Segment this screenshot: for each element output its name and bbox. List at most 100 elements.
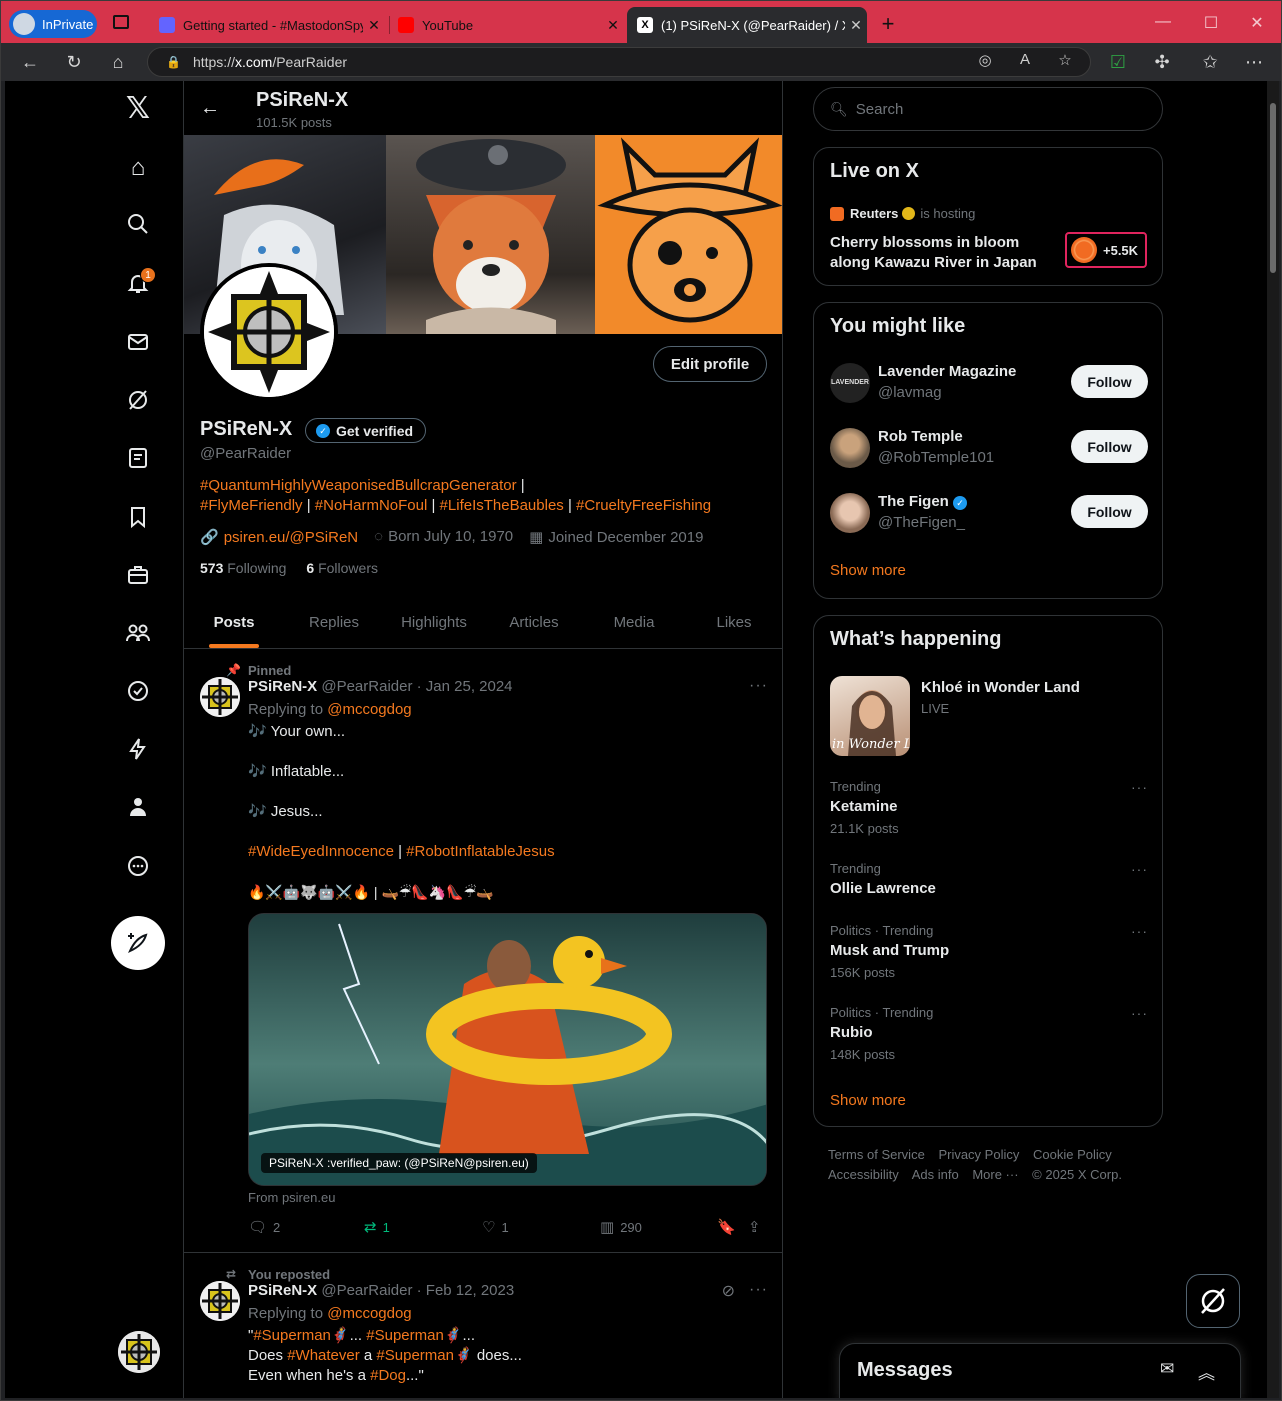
jobs-briefcase-icon[interactable] <box>124 563 152 591</box>
post-avatar[interactable] <box>200 1281 240 1321</box>
close-window-button[interactable]: ✕ <box>1247 13 1267 33</box>
maximize-button[interactable]: ☐ <box>1201 13 1221 33</box>
tab-articles[interactable]: Articles <box>484 599 584 648</box>
compose-post-button[interactable] <box>111 916 165 970</box>
happening-show-more-link[interactable]: Show more <box>830 1092 906 1109</box>
footer-terms-link[interactable]: Terms of Service <box>828 1147 925 1162</box>
post-hashtag[interactable]: #Superman <box>253 1327 331 1344</box>
close-icon[interactable]: ✕ <box>363 17 385 34</box>
communities-icon[interactable] <box>124 621 152 649</box>
post-reposted[interactable]: ⇄ You reposted PSiReN-X @PearRaider · Feb… <box>184 1253 782 1398</box>
profile-avatar[interactable] <box>200 263 338 401</box>
verified-orgs-lightning-icon[interactable] <box>124 737 152 765</box>
follow-button[interactable]: Follow <box>1071 495 1148 528</box>
wtf-user-row[interactable]: Rob Temple @RobTemple101 Follow <box>830 426 1148 470</box>
following-link[interactable]: 573 Following <box>200 560 286 576</box>
post-hashtag[interactable]: #Dog <box>370 1367 406 1384</box>
live-listeners-badge[interactable]: +5.5K <box>1065 232 1147 268</box>
trend-item[interactable]: Politics · Trending Rubio 148K posts ··· <box>830 1005 1148 1062</box>
x-logo-icon[interactable]: 𝕏 <box>124 94 152 124</box>
tab-posts[interactable]: Posts <box>184 599 284 648</box>
footer-cookie-link[interactable]: Cookie Policy <box>1033 1147 1112 1162</box>
tracking-prevention-icon[interactable]: ◎ <box>975 51 995 69</box>
new-tab-button[interactable]: + <box>877 11 899 37</box>
post-more-icon[interactable]: ··· <box>749 1281 768 1299</box>
post-author-name[interactable]: PSiReN-X <box>248 1282 317 1299</box>
trend-item[interactable]: Trending Ollie Lawrence ··· <box>830 861 1148 897</box>
repost-button[interactable]: ⇄ 1 <box>364 1218 390 1236</box>
post-hashtag[interactable]: #WideEyedInnocence <box>248 843 394 860</box>
more-circle-icon[interactable] <box>124 854 152 882</box>
tab-x-profile[interactable]: X (1) PSiReN-X (@PearRaider) / X ✕ <box>627 7 867 43</box>
follow-button[interactable]: Follow <box>1071 430 1148 463</box>
page-scrollbar[interactable] <box>1267 81 1279 1398</box>
footer-accessibility-link[interactable]: Accessibility <box>828 1167 899 1182</box>
get-verified-button[interactable]: ✓ Get verified <box>305 418 427 443</box>
post-avatar[interactable] <box>200 677 240 717</box>
trend-item[interactable]: Trending Ketamine 21.1K posts ··· <box>830 779 1148 836</box>
bio-hashtag[interactable]: #QuantumHighlyWeaponisedBullcrapGenerato… <box>200 477 517 494</box>
lists-icon[interactable] <box>124 446 152 474</box>
post-media-image[interactable]: PSiReN-X :verified_paw: (@PSiReN@psiren.… <box>248 913 767 1186</box>
home-icon[interactable]: ⌂ <box>107 51 129 73</box>
premium-verified-icon[interactable] <box>124 679 152 707</box>
messages-mail-icon[interactable] <box>124 330 152 358</box>
tab-youtube[interactable]: YouTube ✕ <box>388 9 624 41</box>
extensions-puzzle-icon[interactable]: ✣ <box>1151 51 1173 73</box>
views-button[interactable]: ▥ 290 <box>600 1218 642 1236</box>
tab-media[interactable]: Media <box>584 599 684 648</box>
grok-explain-icon[interactable]: ⊘ <box>722 1281 736 1301</box>
wtf-user-row[interactable]: The Figen ✓ @TheFigen_ Follow <box>830 491 1148 535</box>
close-icon[interactable]: ✕ <box>845 17 867 34</box>
read-aloud-icon[interactable]: A <box>1015 51 1035 68</box>
profile-person-icon[interactable] <box>124 795 152 823</box>
tab-replies[interactable]: Replies <box>284 599 384 648</box>
like-button[interactable]: ♡ 1 <box>482 1218 509 1236</box>
address-bar[interactable]: 🔒 https://x.com/PearRaider <box>147 47 1091 77</box>
replying-mention-link[interactable]: @mccogdog <box>327 701 411 718</box>
bio-hashtag[interactable]: #FlyMeFriendly <box>200 497 303 514</box>
live-host[interactable]: Reuters is hosting <box>830 206 975 221</box>
feature-thumbnail[interactable]: in Wonder L <box>830 676 910 756</box>
trend-more-icon[interactable]: ··· <box>1131 923 1148 939</box>
replying-mention-link[interactable]: @mccogdog <box>327 1305 411 1322</box>
post-pinned[interactable]: 📌 Pinned PSiReN-X @PearRaider · Jan 25, 2… <box>184 649 782 1253</box>
edit-profile-button[interactable]: Edit profile <box>653 346 767 382</box>
post-hashtag[interactable]: #Whatever <box>287 1347 360 1364</box>
post-author-name[interactable]: PSiReN-X <box>248 678 317 695</box>
bookmark-button[interactable]: 🔖 <box>717 1218 736 1236</box>
bio-hashtag[interactable]: #LifeIsTheBaubles <box>440 497 564 514</box>
post-hashtag[interactable]: #Superman <box>376 1347 454 1364</box>
feature-name[interactable]: Khloé in Wonder Land <box>921 679 1080 696</box>
followers-link[interactable]: 6 Followers <box>306 560 378 576</box>
bookmarks-icon[interactable] <box>124 505 152 533</box>
trend-more-icon[interactable]: ··· <box>1131 779 1148 795</box>
refresh-icon[interactable]: ↻ <box>63 51 85 73</box>
trend-item[interactable]: Politics · Trending Musk and Trump 156K … <box>830 923 1148 980</box>
minimize-button[interactable]: — <box>1153 13 1173 31</box>
extension-check-icon[interactable]: ☑ <box>1107 51 1129 73</box>
footer-privacy-link[interactable]: Privacy Policy <box>938 1147 1019 1162</box>
wtf-user-row[interactable]: LAVENDER Lavender Magazine @lavmag Follo… <box>830 361 1148 405</box>
tab-highlights[interactable]: Highlights <box>384 599 484 648</box>
scrollbar-thumb[interactable] <box>1270 103 1276 273</box>
new-message-icon[interactable]: ✉ <box>1160 1359 1174 1379</box>
inprivate-badge[interactable]: InPrivate <box>9 10 97 38</box>
back-arrow-icon[interactable]: ← <box>19 51 41 73</box>
wtf-show-more-link[interactable]: Show more <box>830 562 906 579</box>
favorite-star-icon[interactable]: ☆ <box>1055 51 1075 69</box>
search-input[interactable]: 🔍︎ Search <box>813 87 1163 131</box>
follow-button[interactable]: Follow <box>1071 365 1148 398</box>
favorites-icon[interactable]: ✩ <box>1199 51 1221 73</box>
footer-ads-info-link[interactable]: Ads info <box>912 1167 959 1182</box>
profile-website-link[interactable]: psiren.eu/@PSiReN <box>224 529 358 546</box>
bio-hashtag[interactable]: #CrueltyFreeFishing <box>576 497 711 514</box>
close-icon[interactable]: ✕ <box>602 17 624 34</box>
messages-drawer[interactable]: Messages ✉ ︽ <box>839 1343 1241 1398</box>
home-nav-icon[interactable]: ⌂ <box>124 154 152 182</box>
trend-more-icon[interactable]: ··· <box>1131 861 1148 877</box>
account-avatar[interactable] <box>118 1331 160 1373</box>
settings-more-icon[interactable]: ⋯ <box>1243 51 1265 73</box>
explore-search-icon[interactable] <box>124 212 152 240</box>
tab-actions-icon[interactable] <box>113 15 129 29</box>
